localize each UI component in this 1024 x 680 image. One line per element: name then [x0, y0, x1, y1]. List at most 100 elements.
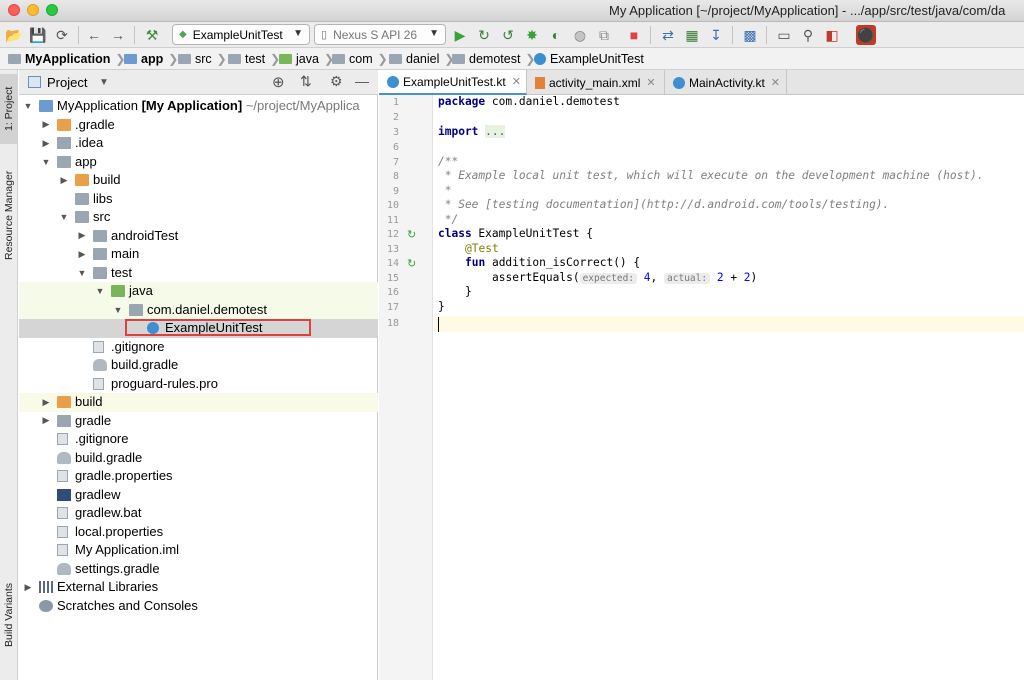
expand-open-icon[interactable]: ▼ [41, 157, 51, 167]
expand-closed-icon[interactable]: ▶ [41, 397, 51, 408]
run-test-icon[interactable]: ↻ [407, 257, 416, 270]
expand-open-icon[interactable]: ▼ [59, 212, 69, 222]
profile-icon[interactable]: ◍ [570, 25, 590, 45]
tree-item-label: settings.gradle [75, 560, 160, 576]
tree-item[interactable]: gradle.properties [19, 467, 378, 486]
tree-item[interactable]: ▶ External Libraries [19, 578, 378, 597]
tree-root-item[interactable]: ▼ MyApplication [My Application] ~/projec… [19, 97, 378, 116]
coverage-icon[interactable]: ◐ [546, 25, 566, 45]
expand-closed-icon[interactable]: ▶ [77, 249, 87, 260]
attach-debugger-icon[interactable]: ⧉ [594, 25, 614, 45]
breadcrumb-exampleunittest[interactable]: ExampleUnitTest [534, 52, 644, 66]
close-window-button[interactable] [8, 4, 20, 16]
build-variants-tab[interactable]: Build Variants [0, 575, 18, 655]
device-file-icon[interactable]: ◧ [822, 25, 842, 45]
tree-item[interactable]: ▶ .gradle [19, 116, 378, 135]
resource-manager-tab[interactable]: Resource Manager [0, 160, 18, 270]
expand-open-icon[interactable]: ▼ [23, 101, 33, 111]
tree-item[interactable]: build.gradle [19, 449, 378, 468]
stop-icon[interactable]: ■ [624, 25, 644, 45]
expand-open-icon[interactable]: ▼ [95, 286, 105, 296]
debug-icon[interactable]: ✸ [522, 25, 542, 45]
breadcrumb-java[interactable]: java ❯ [279, 52, 334, 66]
expand-closed-icon[interactable]: ▶ [41, 138, 51, 149]
project-tool-tab[interactable]: 1: Project [0, 74, 18, 144]
apply-code-changes-icon[interactable]: ↺ [498, 25, 518, 45]
expand-closed-icon[interactable]: ▶ [41, 415, 51, 426]
close-icon[interactable]: ✕ [512, 75, 521, 88]
tree-item[interactable]: ▶ main [19, 245, 378, 264]
tree-item[interactable]: build.gradle [19, 356, 378, 375]
open-folder-icon[interactable]: 📂 [4, 25, 24, 45]
tree-item[interactable]: ▶ .idea [19, 134, 378, 153]
tree-item[interactable]: ▶ build [19, 171, 378, 190]
chevron-down-icon[interactable]: ▼ [99, 77, 109, 88]
run-test-icon[interactable]: ↻ [407, 228, 416, 241]
tab-activity-main[interactable]: activity_main.xml ✕ [527, 70, 665, 95]
minimize-window-button[interactable] [27, 4, 39, 16]
back-icon[interactable]: ← [84, 25, 104, 45]
breadcrumb-demotest[interactable]: demotest ❯ [452, 52, 535, 66]
tree-item[interactable]: ExampleUnitTest [19, 319, 378, 338]
tab-exampleunittest[interactable]: ExampleUnitTest.kt ✕ [379, 70, 527, 95]
tree-item[interactable]: ▼ src [19, 208, 378, 227]
tree-item[interactable]: ▶ gradle [19, 412, 378, 431]
tree-item[interactable]: ▼ app [19, 153, 378, 172]
tree-item[interactable]: .gitignore [19, 430, 378, 449]
project-view-select[interactable]: Project [47, 75, 87, 90]
breadcrumb-com[interactable]: com ❯ [332, 52, 388, 66]
run-icon[interactable]: ▶ [450, 25, 470, 45]
plugin-icon[interactable]: ⚫ [856, 25, 876, 45]
search-icon[interactable]: ⚲ [798, 25, 818, 45]
tree-item[interactable]: Scratches and Consoles [19, 597, 378, 616]
breadcrumb-src[interactable]: src ❯ [178, 52, 227, 66]
tree-item[interactable]: gradlew [19, 486, 378, 505]
expand-closed-icon[interactable]: ▶ [23, 582, 33, 593]
breadcrumb-label: test [245, 52, 266, 66]
tab-mainactivity[interactable]: MainActivity.kt ✕ [665, 70, 787, 95]
tree-item[interactable]: ▼ java [19, 282, 378, 301]
tree-item[interactable]: settings.gradle [19, 560, 378, 579]
close-icon[interactable]: ✕ [646, 76, 655, 89]
run-configuration-select[interactable]: ◆ ExampleUnitTest ▼ [172, 24, 310, 45]
tree-item[interactable]: gradlew.bat [19, 504, 378, 523]
expand-closed-icon[interactable]: ▶ [59, 175, 69, 186]
code-editor[interactable]: package com.daniel.demotest import ... /… [434, 95, 1024, 680]
hide-panel-icon[interactable]: — [355, 73, 369, 89]
project-structure-icon[interactable]: ▩ [740, 25, 760, 45]
gear-icon[interactable]: ⚙ [330, 73, 343, 90]
tree-item[interactable]: My Application.iml [19, 541, 378, 560]
breadcrumb-myapplication[interactable]: MyApplication ❯ [8, 52, 125, 66]
save-all-icon[interactable]: 💾 [28, 25, 48, 45]
tree-item[interactable]: .gitignore [19, 338, 378, 357]
sync-gradle-icon[interactable]: ⇄ [658, 25, 678, 45]
collapse-all-icon[interactable]: ⇅ [300, 73, 312, 90]
expand-closed-icon[interactable]: ▶ [77, 230, 87, 241]
zoom-window-button[interactable] [46, 4, 58, 16]
locate-file-icon[interactable]: ⊕ [272, 73, 285, 91]
sync-icon[interactable]: ⟳ [52, 25, 72, 45]
avd-manager-icon[interactable]: ▦ [682, 25, 702, 45]
device-select[interactable]: ▯ Nexus S API 26 ▼ [314, 24, 446, 45]
forward-icon[interactable]: → [108, 25, 128, 45]
line-number: 2 [392, 112, 399, 123]
breadcrumb-app[interactable]: app ❯ [124, 52, 178, 66]
tree-item[interactable]: libs [19, 190, 378, 209]
apply-changes-icon[interactable]: ↻ [474, 25, 494, 45]
tree-item[interactable]: ▶ androidTest [19, 227, 378, 246]
breadcrumb-daniel[interactable]: daniel ❯ [389, 52, 454, 66]
tree-item[interactable]: ▶ build [19, 393, 378, 412]
tree-item[interactable]: ▼ test [19, 264, 378, 283]
close-icon[interactable]: ✕ [771, 76, 780, 89]
layout-inspector-icon[interactable]: ▭ [774, 25, 794, 45]
sdk-manager-icon[interactable]: ↧ [706, 25, 726, 45]
expand-open-icon[interactable]: ▼ [113, 305, 123, 315]
build-hammer-icon[interactable]: ⚒ [142, 25, 162, 45]
expand-closed-icon[interactable]: ▶ [41, 119, 51, 130]
expand-open-icon[interactable]: ▼ [77, 268, 87, 278]
folded-imports[interactable]: ... [485, 125, 506, 138]
tree-item[interactable]: local.properties [19, 523, 378, 542]
tree-item[interactable]: ▼ com.daniel.demotest [19, 300, 378, 319]
breadcrumb-test[interactable]: test ❯ [228, 52, 280, 66]
tree-item[interactable]: proguard-rules.pro [19, 375, 378, 394]
